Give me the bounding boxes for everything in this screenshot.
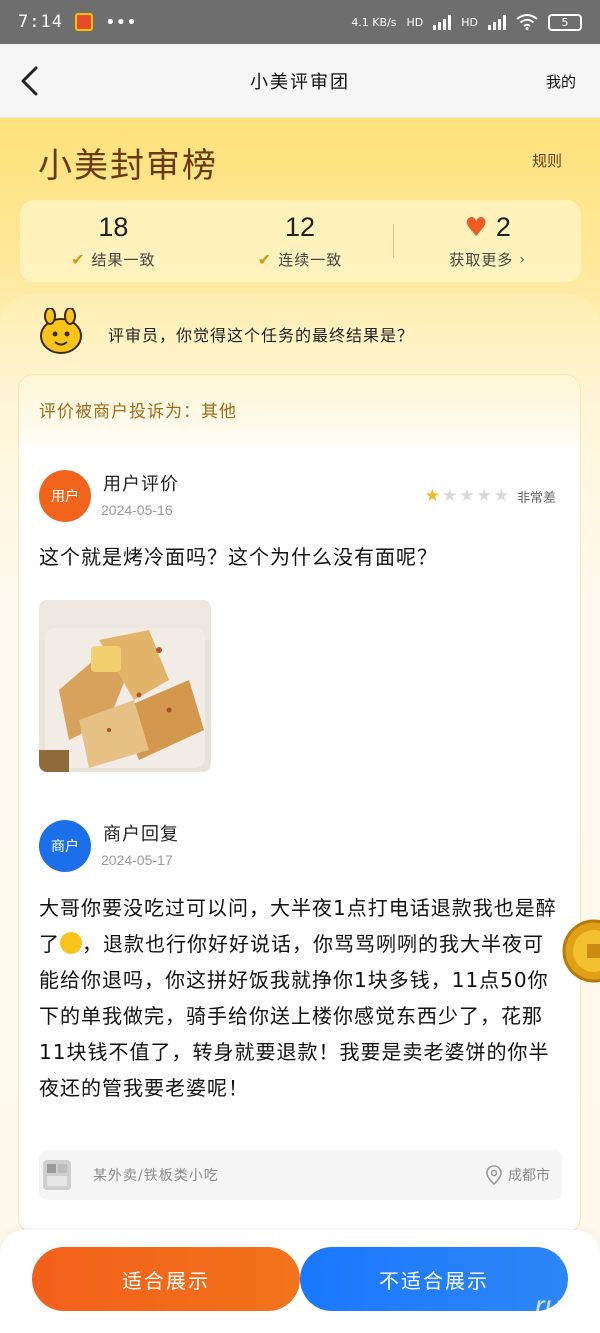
review-card: 评价被商户投诉为：其他 用户 用户评价 2024-05-16 ★ ★ ★ ★ ★… [18,374,581,1234]
suitable-button[interactable]: 适合展示 [32,1247,300,1311]
merchant-avatar: 商户 [39,820,91,872]
reply-author: 商户回复 [103,824,179,845]
back-arrow-icon[interactable] [18,66,44,96]
hd-label-2: HD [461,15,478,29]
complaint-type: 评价被商户投诉为：其他 [19,375,580,445]
unsuitable-button[interactable]: 不适合展示 [300,1247,568,1311]
hd-label-1: HD [406,15,424,29]
network-speed: 4.1 KB/s [351,15,397,29]
check-icon: ✔ [71,250,86,269]
star-icon-empty: ★ [441,486,458,506]
status-right: 4.1 KB/s HD HD 5 [351,13,582,31]
double-check-icon: ✔ [257,250,273,269]
reply-text: 大哥你要没吃过可以问，大半夜1点打电话退款我也是醉了 ，退款也行你好好说话，你骂骂… [39,896,557,1100]
review-photo[interactable] [39,600,211,772]
leaderboard-title: 小美封审榜 [38,146,218,186]
stats-panel: 18 ✔ 结果一致 12 ✔ 连续一致 ♥ 2 获取更多 › [20,200,581,282]
stat-label: 连续一致 [278,251,343,269]
store-icon [43,1160,71,1190]
signal-icon-1 [433,14,452,30]
page-title: 小美评审团 [250,71,350,93]
app-notification-icon [74,13,93,31]
status-bar: 7:14 ••• 4.1 KB/s HD HD 5 [0,0,600,44]
location-text: 成都市 [508,1168,550,1184]
more-notifications-icon: ••• [104,11,137,33]
rating-text: 非常差 [516,490,556,506]
battery-icon: 5 [548,13,582,31]
rolling-laughing-emoji-icon [60,932,82,954]
rules-link[interactable]: 规则 [532,150,562,171]
review-date: 2024-05-16 [101,502,173,518]
heart-icon: ♥ [464,212,488,243]
mascot-icon [40,308,82,354]
stat-label: 结果一致 [91,251,156,269]
stat-value: 2 [495,212,511,242]
review-text: 这个就是烤冷面吗？这个为什么没有面呢？ [39,545,438,569]
stat-consistent-results: 18 ✔ 结果一致 [20,212,207,270]
user-avatar: 用户 [39,470,91,522]
store-name: 某外卖/铁板类小吃 [93,1168,219,1184]
reviewer-prompt: 评审员，你觉得这个任务的最终结果是？ [108,326,415,345]
signal-icon-2 [488,14,506,30]
reply-date: 2024-05-17 [101,852,173,868]
merchant-reply: 商户 商户回复 2024-05-17 大哥你要没吃过可以问，大半夜1点打电话退款… [39,820,562,1140]
stat-value: 18 [98,212,129,242]
store-info-bar[interactable]: 某外卖/铁板类小吃 成都市 [39,1150,562,1200]
watermark-logo: run [534,1290,578,1323]
stat-get-more[interactable]: ♥ 2 获取更多 › [394,212,581,270]
store-location: 成都市 [486,1165,550,1185]
stat-label: 获取更多 [449,251,514,269]
star-icon-empty: ★ [493,486,509,506]
user-review: 用户 用户评价 2024-05-16 ★ ★ ★ ★ ★ 非常差 这个就是烤冷面… [39,470,562,780]
review-panel: 评审员，你觉得这个任务的最终结果是？ 评价被商户投诉为：其他 用户 用户评价 2… [0,294,600,1333]
star-icon-empty: ★ [476,486,492,506]
review-author: 用户评价 [103,474,179,495]
star-icon-filled: ★ [424,486,440,506]
chevron-right-icon: › [519,251,526,268]
nav-bar: 小美评审团 我的 [0,44,600,118]
star-rating: ★ ★ ★ ★ ★ 非常差 [425,486,556,506]
status-time: 7:14 [18,12,63,32]
mine-link[interactable]: 我的 [546,71,576,92]
coin-reward-icon[interactable] [560,918,600,984]
location-pin-icon [486,1165,502,1185]
bottom-action-bar: 适合展示 不适合展示 [0,1230,600,1333]
stat-consecutive-consistent: 12 ✔ 连续一致 [207,212,394,270]
stat-value: 12 [284,212,316,242]
star-icon-empty: ★ [459,486,475,506]
wifi-icon [516,14,538,30]
